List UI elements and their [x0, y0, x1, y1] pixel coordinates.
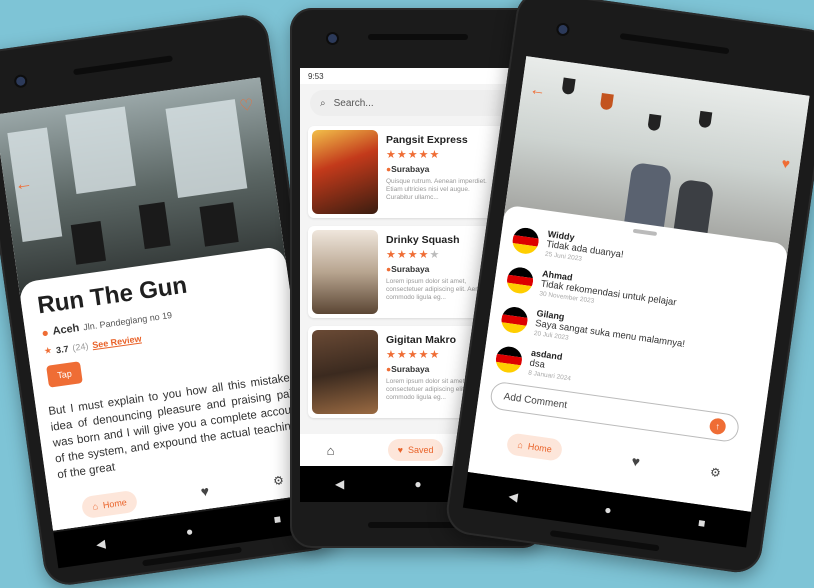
location-pin-icon: ●: [40, 325, 50, 341]
rating-stars: ★★★★★: [386, 249, 441, 261]
nav-saved[interactable]: ♥ Saved: [387, 439, 444, 461]
status-bar: 9:53 ▾◢▮: [300, 68, 534, 84]
nav-saved-heart-icon[interactable]: ♥: [631, 453, 641, 470]
earpiece-speaker: [368, 34, 468, 40]
restaurant-name: Pangsit Express: [386, 134, 468, 146]
comment-text: dsa: [528, 357, 546, 371]
nav-home[interactable]: ⌂ Home: [81, 489, 139, 520]
heart-outline-icon[interactable]: ♡: [238, 95, 255, 117]
restaurant-city: ●Surabaya: [386, 164, 430, 174]
system-recents-icon[interactable]: ■: [273, 512, 282, 527]
address-label: Jln. Pandeglang no 19: [82, 309, 173, 333]
star-icon: ★: [43, 345, 53, 357]
restaurant-image: [312, 330, 378, 414]
system-home-icon[interactable]: ●: [414, 477, 421, 491]
nav-home[interactable]: ⌂ Home: [506, 432, 564, 462]
back-arrow-icon[interactable]: ←: [528, 81, 547, 101]
detail-screen: ← ♡ Run The Gun ● Aceh Jln. Pandeglang n…: [0, 77, 319, 531]
see-review-link[interactable]: See Review: [92, 333, 142, 350]
front-camera: [328, 34, 337, 43]
home-icon: ⌂: [516, 439, 524, 451]
front-camera: [557, 24, 568, 35]
restaurant-name: Drinky Squash: [386, 234, 460, 246]
nav-saved-heart-icon[interactable]: ♥: [200, 483, 210, 500]
restaurant-city: ●Surabaya: [386, 264, 430, 274]
user-avatar: [505, 265, 535, 296]
nav-settings-icon[interactable]: ⚙: [272, 473, 285, 488]
send-icon[interactable]: ↑: [708, 417, 727, 436]
comments-sheet: Widdy Tidak ada duanya! 25 Juni 2023 Ahm…: [467, 204, 789, 512]
search-input[interactable]: Search...: [334, 98, 374, 109]
heart-icon[interactable]: ♥: [781, 155, 791, 172]
bottom-speaker: [549, 530, 660, 552]
tap-button[interactable]: Tap: [46, 361, 83, 388]
system-home-icon[interactable]: ●: [603, 502, 612, 517]
home-icon: ⌂: [91, 501, 99, 512]
restaurant-image: [312, 130, 378, 214]
user-avatar: [494, 344, 524, 375]
search-bar[interactable]: ⌕ Search... 🎙: [310, 90, 524, 116]
comment-date: 8 Januari 2024: [527, 369, 572, 383]
earpiece-speaker: [619, 32, 730, 55]
user-avatar: [499, 305, 530, 335]
rating-stars: ★★★★★: [386, 149, 441, 161]
system-back-icon[interactable]: ◀: [95, 536, 106, 551]
restaurant-desc: Quisque rutrum. Aenean imperdiet. Etiam …: [386, 178, 487, 201]
user-avatar: [510, 226, 541, 256]
system-back-icon[interactable]: ◀: [508, 489, 519, 504]
search-icon: ⌕: [320, 97, 326, 109]
sheet-drag-handle[interactable]: [632, 228, 658, 236]
system-recents-icon[interactable]: ■: [697, 516, 706, 531]
rating-value: 3.7: [55, 343, 70, 355]
restaurant-image: [312, 230, 378, 314]
system-back-icon[interactable]: ◀: [335, 477, 344, 491]
status-time: 9:53: [308, 71, 324, 81]
comments-screen: ← ♥ Widdy Tidak ada duanya! 25 Juni 2023…: [467, 56, 810, 512]
restaurant-name: Gigitan Makro: [386, 334, 457, 346]
earpiece-speaker: [73, 55, 173, 76]
nav-settings-icon[interactable]: ⚙: [709, 465, 722, 480]
front-camera: [15, 76, 26, 87]
rating-stars: ★★★★★: [386, 349, 441, 361]
review-count: (24): [71, 340, 89, 353]
restaurant-city: ●Surabaya: [386, 364, 430, 374]
city-label: Aceh: [51, 322, 81, 338]
system-home-icon[interactable]: ●: [185, 524, 194, 539]
back-arrow-icon[interactable]: ←: [13, 172, 34, 195]
nav-home-icon[interactable]: ⌂: [327, 443, 335, 458]
heart-icon: ♥: [397, 445, 403, 455]
